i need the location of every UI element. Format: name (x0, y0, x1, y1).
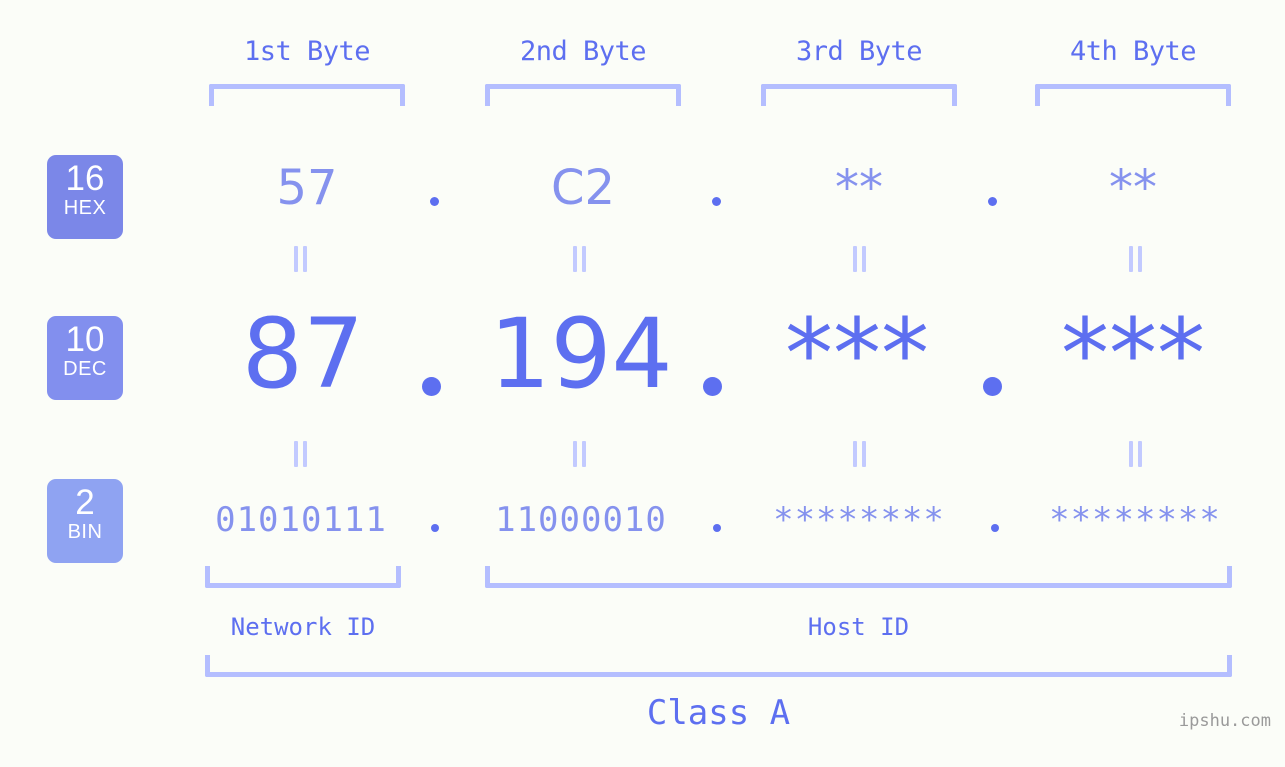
base-badge-dec: 10 DEC (47, 316, 123, 400)
host-id-bracket (485, 566, 1232, 588)
byte-header-2: 2nd Byte (519, 36, 647, 67)
host-id-label: Host ID (807, 613, 910, 641)
hex-separator-dot-1 (430, 197, 439, 206)
dec-separator-dot-1 (422, 377, 441, 396)
base-badge-bin-number: 2 (75, 483, 95, 522)
base-badge-hex-name: HEX (63, 197, 107, 219)
base-badge-dec-number: 10 (65, 320, 105, 359)
equals-icon-hex-dec-2 (571, 246, 589, 272)
equals-icon-hex-dec-4 (1127, 246, 1145, 272)
ip-byte-diagram: 1st Byte 2nd Byte 3rd Byte 4th Byte 16 H… (0, 0, 1285, 767)
dec-separator-dot-2 (703, 377, 722, 396)
byte-header-4: 4th Byte (1069, 36, 1197, 67)
network-id-bracket (205, 566, 401, 588)
bin-byte-2: 11000010 (495, 500, 667, 540)
hex-byte-3: ** (835, 160, 883, 216)
dec-byte-1: 87 (241, 298, 365, 410)
dec-byte-3: *** (785, 298, 929, 410)
network-id-label: Network ID (230, 613, 376, 641)
equals-icon-dec-bin-4 (1127, 441, 1145, 467)
hex-separator-dot-2 (712, 197, 721, 206)
byte-header-1: 1st Byte (243, 36, 371, 67)
dec-byte-2: 194 (489, 298, 673, 410)
class-bracket (205, 655, 1232, 677)
bin-separator-dot-3 (991, 524, 999, 532)
bin-separator-dot-2 (713, 524, 721, 532)
bin-separator-dot-1 (431, 524, 439, 532)
hex-byte-2: C2 (550, 160, 616, 216)
hex-byte-4: ** (1109, 160, 1157, 216)
equals-icon-dec-bin-1 (292, 441, 310, 467)
base-badge-hex: 16 HEX (47, 155, 123, 239)
equals-icon-dec-bin-2 (571, 441, 589, 467)
class-label: Class A (646, 693, 791, 733)
equals-icon-dec-bin-3 (851, 441, 869, 467)
watermark: ipshu.com (1178, 711, 1271, 731)
byte-bracket-3 (761, 84, 957, 106)
bin-byte-4: ******** (1049, 500, 1221, 540)
equals-icon-hex-dec-1 (292, 246, 310, 272)
bin-byte-3: ******** (773, 500, 945, 540)
bin-byte-1: 01010111 (215, 500, 387, 540)
base-badge-bin: 2 BIN (47, 479, 123, 563)
dec-byte-4: *** (1061, 298, 1205, 410)
byte-bracket-1 (209, 84, 405, 106)
base-badge-bin-name: BIN (67, 521, 103, 543)
byte-bracket-4 (1035, 84, 1231, 106)
hex-byte-1: 57 (276, 160, 338, 216)
byte-header-3: 3rd Byte (795, 36, 923, 67)
hex-separator-dot-3 (988, 197, 997, 206)
equals-icon-hex-dec-3 (851, 246, 869, 272)
dec-separator-dot-3 (983, 377, 1002, 396)
base-badge-hex-number: 16 (65, 159, 105, 198)
byte-bracket-2 (485, 84, 681, 106)
base-badge-dec-name: DEC (63, 358, 107, 380)
